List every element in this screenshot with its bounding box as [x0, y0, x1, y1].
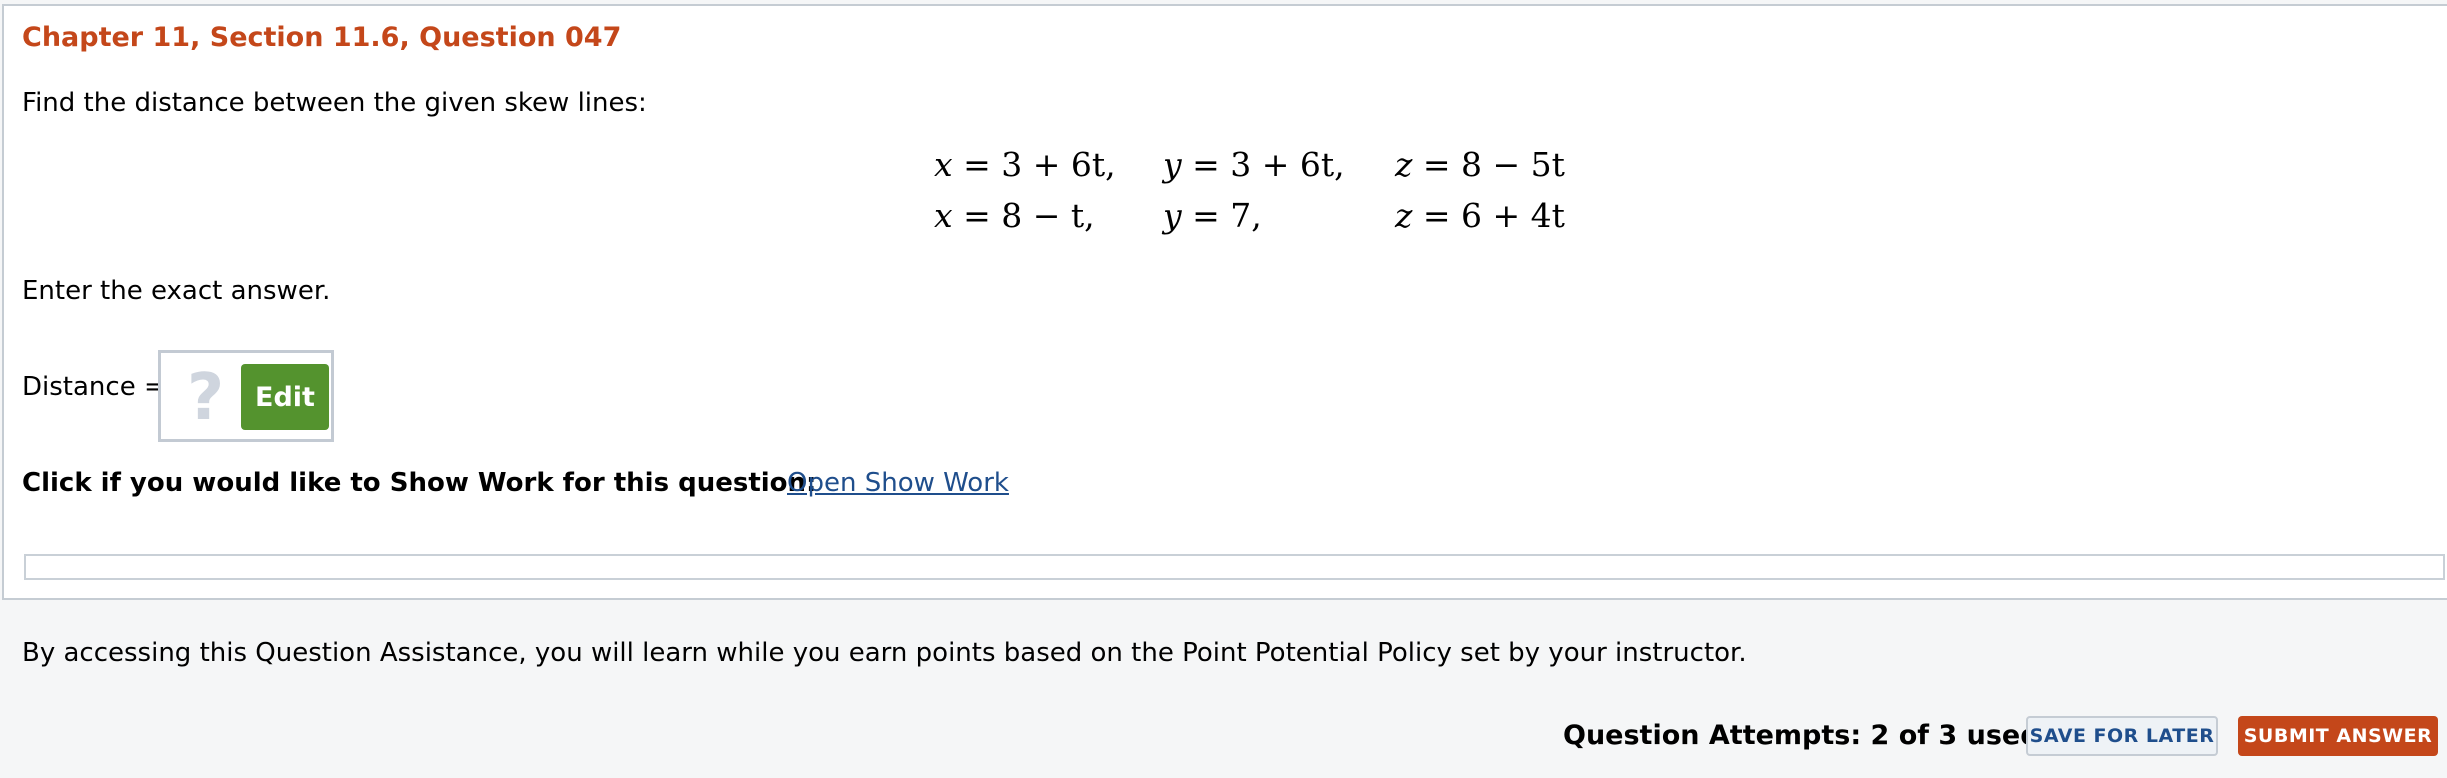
line2-z-var: z — [1395, 196, 1413, 235]
question-title: Chapter 11, Section 11.6, Question 047 — [22, 22, 622, 53]
edit-answer-button[interactable]: Edit — [241, 364, 329, 430]
show-work-prompt: Click if you would like to Show Work for… — [22, 468, 817, 498]
question-attempts: Question Attempts: 2 of 3 used — [1563, 720, 2040, 751]
distance-label: Distance = — [22, 372, 166, 402]
line1-x-equation: x = 3 + 6t, — [934, 145, 1116, 184]
assistance-notice: By accessing this Question Assistance, y… — [22, 638, 1747, 668]
line1-z-expr: = 8 − 5t — [1422, 145, 1565, 184]
line2-y-equation: y = 7, — [1163, 196, 1262, 235]
line2-x-equation: x = 8 − t, — [934, 196, 1095, 235]
line1-y-var: y — [1163, 145, 1182, 184]
line2-z-expr: = 6 + 4t — [1422, 196, 1565, 235]
line1-z-equation: z = 8 − 5t — [1395, 145, 1565, 184]
line2-y-expr: = 7, — [1192, 196, 1262, 235]
line2-x-var: x — [934, 196, 953, 235]
answer-instruction: Enter the exact answer. — [22, 276, 331, 306]
show-work-area — [24, 554, 2445, 580]
line2-z-equation: z = 6 + 4t — [1395, 196, 1565, 235]
line2-y-var: y — [1163, 196, 1182, 235]
question-mark-icon: ? — [187, 361, 225, 435]
line1-z-var: z — [1395, 145, 1413, 184]
submit-answer-button[interactable]: SUBMIT ANSWER — [2238, 716, 2438, 756]
answer-input-box[interactable]: ? Edit — [158, 350, 334, 442]
question-prompt: Find the distance between the given skew… — [22, 88, 647, 118]
line1-x-var: x — [934, 145, 953, 184]
line1-x-expr: = 3 + 6t, — [963, 145, 1116, 184]
line1-y-expr: = 3 + 6t, — [1192, 145, 1345, 184]
save-for-later-button[interactable]: SAVE FOR LATER — [2026, 716, 2218, 756]
line1-y-equation: y = 3 + 6t, — [1163, 145, 1345, 184]
open-show-work-link[interactable]: Open Show Work — [787, 468, 1009, 498]
line2-x-expr: = 8 − t, — [963, 196, 1095, 235]
